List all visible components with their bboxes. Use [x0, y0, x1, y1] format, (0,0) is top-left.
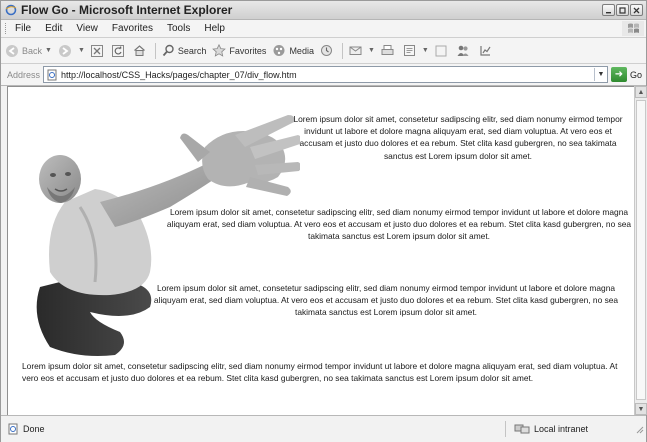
favorites-button[interactable]: Favorites — [212, 44, 266, 57]
paragraph-3: Lorem ipsum dolor sit amet, consetetur s… — [153, 283, 619, 318]
stop-icon — [90, 44, 103, 57]
back-dropdown-icon[interactable]: ▼ — [45, 47, 52, 54]
paragraph-1: Lorem ipsum dolor sit amet, consetetur s… — [293, 114, 623, 161]
favorites-star-icon — [212, 44, 227, 57]
status-text: Done — [23, 424, 45, 434]
paragraph-4: Lorem ipsum dolor sit amet, consetetur s… — [22, 361, 618, 384]
maximize-icon — [619, 6, 626, 14]
history-icon — [320, 45, 332, 56]
go-label: Go — [629, 69, 642, 80]
toolbar-separator — [341, 42, 343, 59]
back-label: Back — [22, 45, 43, 56]
home-icon — [133, 45, 145, 56]
media-icon — [273, 45, 285, 56]
media-button[interactable]: Media — [272, 44, 314, 57]
search-label: Search — [177, 45, 207, 56]
mail-dropdown-icon[interactable]: ▼ — [368, 47, 375, 54]
address-label: Address — [7, 69, 41, 80]
minimize-icon — [606, 11, 611, 13]
toolbar-separator — [154, 42, 156, 59]
stop-button[interactable] — [90, 44, 106, 57]
address-url[interactable]: http://localhost/CSS_Hacks/pages/chapter… — [61, 70, 594, 80]
back-arrow-icon — [6, 44, 18, 57]
discuss-icon — [435, 45, 447, 56]
menu-file[interactable]: File — [15, 23, 31, 34]
windows-flag-icon — [622, 21, 644, 36]
window-title: Flow Go - Microsoft Internet Explorer — [21, 3, 233, 17]
go-button[interactable]: ➜ Go — [610, 67, 642, 82]
history-button[interactable] — [320, 44, 336, 57]
scroll-thumb[interactable] — [636, 100, 646, 400]
go-arrow-icon: ➜ — [610, 67, 627, 82]
messenger-button[interactable] — [456, 44, 473, 57]
menu-help[interactable]: Help — [204, 23, 225, 34]
page-done-icon — [8, 423, 18, 435]
browser-window: Flow Go - Microsoft Internet Explorer Fi… — [0, 0, 647, 442]
edit-page-icon — [403, 45, 415, 56]
security-zone: Local intranet — [505, 421, 634, 437]
paragraph-2: Lorem ipsum dolor sit amet, consetetur s… — [166, 207, 632, 242]
address-input[interactable]: http://localhost/CSS_Hacks/pages/chapter… — [43, 66, 608, 83]
home-button[interactable] — [133, 44, 149, 57]
search-icon — [162, 44, 174, 57]
print-icon — [381, 45, 394, 55]
messenger-icon — [457, 45, 469, 56]
menu-bar: File Edit View Favorites Tools Help — [1, 20, 646, 38]
refresh-icon — [111, 44, 124, 57]
zone-label: Local intranet — [534, 424, 589, 434]
toolbar-grip[interactable] — [5, 23, 9, 34]
status-bar: Done Local intranet — [1, 415, 646, 442]
edit-dropdown-icon[interactable]: ▼ — [422, 47, 429, 54]
forward-arrow-icon — [58, 44, 71, 57]
page-icon — [47, 69, 57, 80]
menu-tools[interactable]: Tools — [167, 23, 190, 34]
forward-button[interactable]: ▼ — [58, 44, 85, 58]
status-left: Done — [1, 423, 505, 435]
close-icon — [633, 7, 640, 13]
edit-button[interactable]: ▼ — [403, 44, 429, 57]
window-controls — [602, 4, 643, 16]
research-icon — [480, 46, 491, 56]
research-button[interactable] — [479, 44, 495, 57]
back-button[interactable]: Back ▼ — [5, 44, 52, 58]
resize-grip-icon[interactable] — [634, 424, 644, 434]
menu-favorites[interactable]: Favorites — [112, 23, 153, 34]
menu-view[interactable]: View — [76, 23, 98, 34]
address-bar: Address http://localhost/CSS_Hacks/pages… — [1, 64, 646, 86]
close-button[interactable] — [630, 4, 643, 16]
forward-dropdown-icon[interactable]: ▼ — [78, 47, 85, 54]
refresh-button[interactable] — [111, 44, 127, 57]
mail-icon — [349, 46, 362, 55]
page-content: Lorem ipsum dolor sit amet, consetetur s… — [7, 86, 634, 416]
menu-edit[interactable]: Edit — [45, 23, 62, 34]
minimize-button[interactable] — [602, 4, 615, 16]
title-bar: Flow Go - Microsoft Internet Explorer — [1, 1, 646, 20]
search-button[interactable]: Search — [162, 44, 207, 57]
intranet-zone-icon — [514, 424, 530, 434]
vertical-scrollbar[interactable]: ▲ ▼ — [634, 86, 647, 415]
address-dropdown-icon[interactable]: ▼ — [593, 68, 607, 81]
maximize-button[interactable] — [616, 4, 629, 16]
ie-logo-icon — [5, 4, 17, 16]
media-label: Media — [289, 45, 314, 56]
standard-toolbar: Back ▼ ▼ Search Favorites Media ▼ ▼ — [1, 38, 646, 64]
discuss-button[interactable] — [435, 45, 450, 57]
favorites-label: Favorites — [229, 45, 267, 56]
scroll-down-button[interactable]: ▼ — [635, 403, 647, 415]
scroll-up-button[interactable]: ▲ — [635, 86, 647, 98]
mail-button[interactable]: ▼ — [349, 44, 375, 57]
print-button[interactable] — [381, 44, 397, 57]
